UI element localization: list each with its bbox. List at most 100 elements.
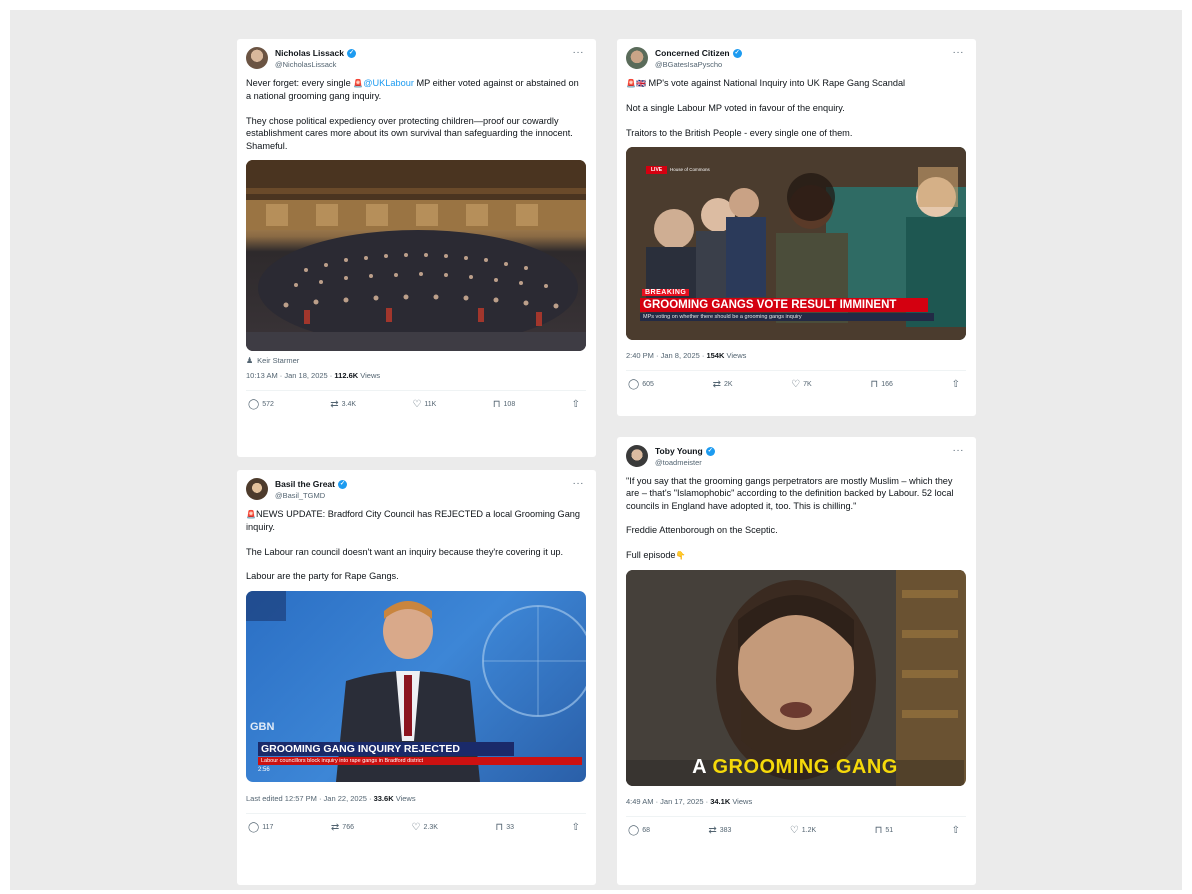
avatar[interactable]: [246, 478, 268, 500]
action-bar: ◯ 68 ⇄ 383 ♡ 1.2K ⊓ 51 ⇧: [626, 816, 966, 836]
person-icon: ♟: [246, 356, 254, 366]
reply-button[interactable]: ◯ 68: [628, 825, 650, 836]
repost-icon: ⇄: [712, 379, 721, 391]
action-bar: ◯ 605 ⇄ 2K ♡ 7K ⊓ 166 ⇧: [626, 370, 966, 390]
tagged-person[interactable]: ♟ Keir Starmer: [246, 356, 586, 365]
heart-icon: ♡: [791, 379, 801, 391]
reply-icon: ◯: [248, 399, 260, 411]
reply-button[interactable]: ◯ 605: [628, 379, 654, 390]
bookmark-button[interactable]: ⊓ 166: [870, 379, 893, 390]
reply-icon: ◯: [628, 825, 640, 837]
point-down-icon: 👇: [675, 550, 686, 560]
siren-icon: 🚨: [626, 79, 636, 88]
channel-logo: GBN: [250, 720, 275, 733]
repost-button[interactable]: ⇄ 383: [708, 825, 731, 836]
display-name[interactable]: Concerned Citizen: [655, 48, 730, 59]
repost-button[interactable]: ⇄ 2K: [713, 379, 733, 390]
tweet-timestamp[interactable]: 2:40 PM · Jan 8, 2025 · 154K Views: [626, 351, 966, 360]
tweet-video[interactable]: GBN GROOMING GANG INQUIRY REJECTED Labou…: [246, 590, 586, 782]
verified-icon: ✓: [732, 49, 742, 58]
tweet-photo[interactable]: [246, 160, 586, 352]
screenshot-canvas: Nicholas Lissack ✓ @NicholasLissack ··· N…: [10, 10, 1182, 890]
video-clock: 2:56: [258, 766, 270, 773]
user-handle[interactable]: @BGatesIsaPyscho: [655, 59, 742, 70]
repost-icon: ⇄: [330, 399, 339, 411]
verified-icon: ✓: [705, 447, 715, 456]
tweet-timestamp[interactable]: 4:49 AM · Jan 17, 2025 · 34.1K Views: [626, 797, 966, 806]
avatar[interactable]: [246, 47, 268, 69]
share-button[interactable]: ⇧: [572, 399, 580, 410]
mention-link[interactable]: 🚨@UKLabour: [353, 78, 414, 88]
breaking-tag: BREAKING: [642, 289, 690, 297]
more-options-icon[interactable]: ···: [573, 478, 585, 489]
user-handle[interactable]: @Basil_TGMD: [275, 490, 347, 501]
bookmark-icon: ⊓: [492, 399, 501, 411]
video-subheadline: Labour councillors block inquiry into ra…: [258, 756, 582, 765]
tweet-timestamp[interactable]: Last edited 12:57 PM · Jan 22, 2025 · 33…: [246, 794, 586, 803]
heart-icon: ♡: [412, 399, 422, 411]
tweet-card[interactable]: Nicholas Lissack ✓ @NicholasLissack ··· N…: [237, 39, 596, 457]
video-caption: A GROOMING GANG: [692, 756, 898, 779]
more-options-icon[interactable]: ···: [953, 445, 965, 456]
bookmark-icon: ⊓: [870, 379, 879, 391]
live-badge: LIVE: [646, 166, 668, 175]
share-button[interactable]: ⇧: [952, 825, 960, 836]
share-icon: ⇧: [571, 399, 580, 411]
reply-button[interactable]: ◯ 117: [248, 822, 273, 833]
tweet-card[interactable]: Toby Young ✓ @toadmeister ··· "If you say…: [617, 437, 976, 885]
tweet-video[interactable]: A GROOMING GANG: [626, 570, 966, 787]
action-bar: ◯ 117 ⇄ 766 ♡ 2.3K ⊓ 33 ⇧: [246, 812, 586, 833]
siren-icon: 🚨: [246, 510, 256, 519]
siren-icon: 🚨: [353, 79, 364, 88]
bookmark-button[interactable]: ⊓ 33: [495, 822, 514, 833]
like-button[interactable]: ♡ 7K: [791, 379, 812, 390]
verified-icon: ✓: [338, 480, 347, 489]
avatar[interactable]: [626, 445, 648, 467]
more-options-icon[interactable]: ···: [953, 47, 965, 58]
like-button[interactable]: ♡ 11K: [412, 399, 436, 410]
tweet-text: "If you say that the grooming gangs perp…: [626, 476, 954, 560]
share-button[interactable]: ⇧: [572, 822, 580, 833]
user-handle[interactable]: @toadmeister: [655, 457, 715, 468]
tweet-text: Never forget: every single 🚨@UKLabour MP…: [246, 78, 579, 151]
tweet-card[interactable]: Basil the Great ✓ @Basil_TGMD ··· 🚨NEWS U…: [237, 470, 596, 885]
video-headline: GROOMING GANG INQUIRY REJECTED: [258, 741, 514, 756]
like-button[interactable]: ♡ 2.3K: [412, 822, 438, 833]
tweet-text: 🚨🇬🇧 MP's vote against National Inquiry i…: [626, 78, 906, 138]
video-frame-illustration: [626, 570, 964, 787]
video-subheadline: MPs voting on whether there should be a …: [640, 313, 934, 322]
display-name[interactable]: Basil the Great: [275, 479, 335, 490]
video-headline: GROOMING GANGS VOTE RESULT IMMINENT: [640, 298, 928, 313]
heart-icon: ♡: [411, 821, 421, 833]
tweet-timestamp[interactable]: 10:13 AM · Jan 18, 2025 · 112.6K Views: [246, 371, 586, 380]
share-icon: ⇧: [951, 379, 960, 391]
tweet-text: 🚨NEWS UPDATE: Bradford City Council has …: [246, 509, 581, 582]
repost-button[interactable]: ⇄ 766: [331, 822, 354, 833]
user-handle[interactable]: @NicholasLissack: [275, 59, 356, 70]
bookmark-button[interactable]: ⊓ 51: [875, 825, 894, 836]
reply-icon: ◯: [248, 821, 260, 833]
action-bar: ◯ 572 ⇄ 3.4K ♡ 11K ⊓ 108 ⇧: [246, 390, 586, 410]
tweet-card[interactable]: Concerned Citizen ✓ @BGatesIsaPyscho ··· …: [617, 39, 976, 416]
uk-flag-icon: 🇬🇧: [635, 79, 646, 88]
display-name[interactable]: Toby Young: [655, 446, 703, 457]
share-icon: ⇧: [571, 821, 580, 833]
more-options-icon[interactable]: ···: [573, 47, 585, 58]
share-icon: ⇧: [951, 825, 960, 837]
avatar[interactable]: [626, 47, 648, 69]
tweet-video[interactable]: LIVE House of Commons BREAKING GROOMING …: [626, 147, 966, 341]
location-label: House of Commons: [670, 167, 710, 173]
bookmark-icon: ⊓: [495, 821, 504, 833]
repost-icon: ⇄: [330, 821, 340, 833]
like-button[interactable]: ♡ 1.2K: [790, 825, 816, 836]
display-name[interactable]: Nicholas Lissack: [275, 48, 344, 59]
bookmark-button[interactable]: ⊓ 108: [493, 399, 516, 410]
share-button[interactable]: ⇧: [952, 379, 960, 390]
verified-icon: ✓: [346, 49, 356, 58]
reply-button[interactable]: ◯ 572: [248, 399, 274, 410]
repost-button[interactable]: ⇄ 3.4K: [330, 399, 356, 410]
heart-icon: ♡: [789, 825, 799, 837]
bookmark-icon: ⊓: [874, 825, 883, 837]
repost-icon: ⇄: [708, 825, 717, 837]
reply-icon: ◯: [628, 379, 640, 391]
